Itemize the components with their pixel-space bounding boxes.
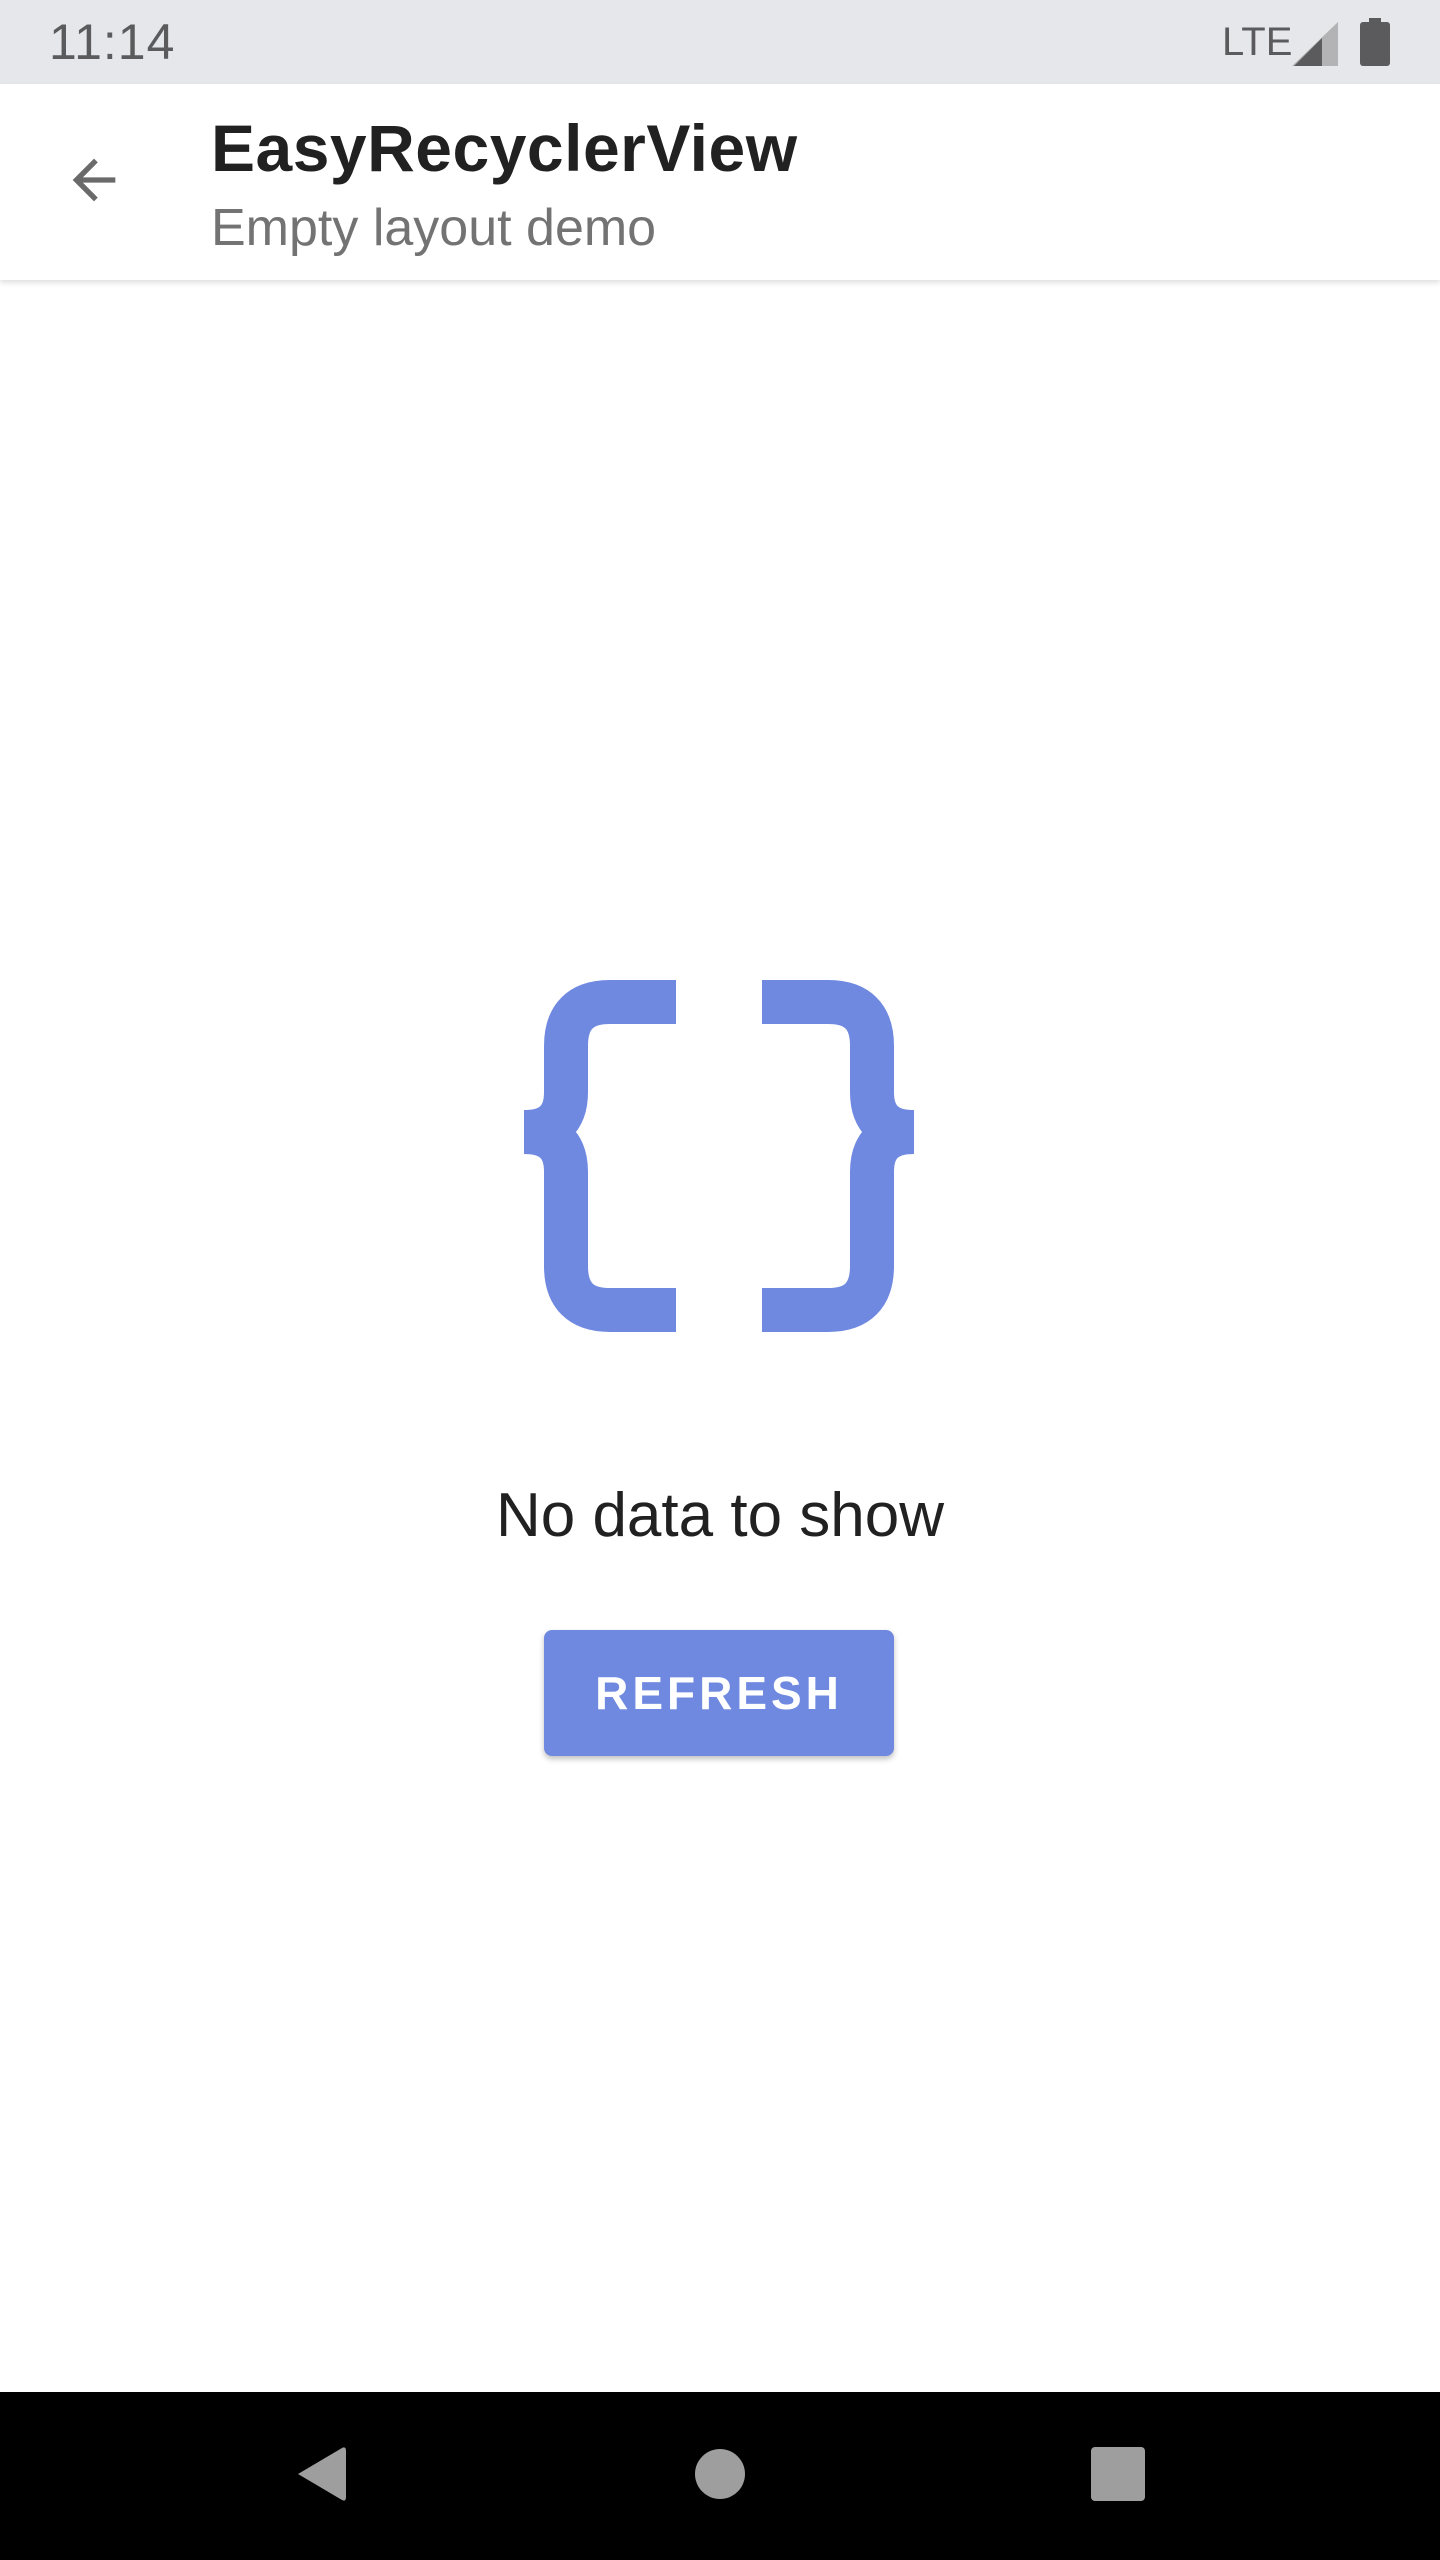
page-subtitle: Empty layout demo [211,199,657,257]
status-network-type: LTE [1222,20,1293,64]
navigation-bar [0,2392,1440,2560]
nav-back-button[interactable] [270,2426,370,2526]
nav-home-button[interactable] [670,2426,770,2526]
nav-recents-icon [1091,2446,1145,2506]
nav-back-icon [290,2442,350,2511]
app-bar: EasyRecyclerView Empty layout demo [0,84,1440,280]
nav-recents-button[interactable] [1068,2426,1168,2526]
back-button[interactable] [44,132,144,232]
nav-home-icon [694,2448,746,2505]
battery-icon [1360,18,1390,66]
status-bar: 11:14 LTE [0,0,1440,84]
page-title: EasyRecyclerView [211,111,798,185]
status-time: 11:14 [49,14,176,70]
signal-icon [1292,22,1338,66]
curly-braces-icon [498,980,940,1332]
refresh-button[interactable]: REFRESH [544,1630,894,1756]
arrow-back-icon [62,148,126,217]
empty-message: No data to show [495,1481,945,1550]
